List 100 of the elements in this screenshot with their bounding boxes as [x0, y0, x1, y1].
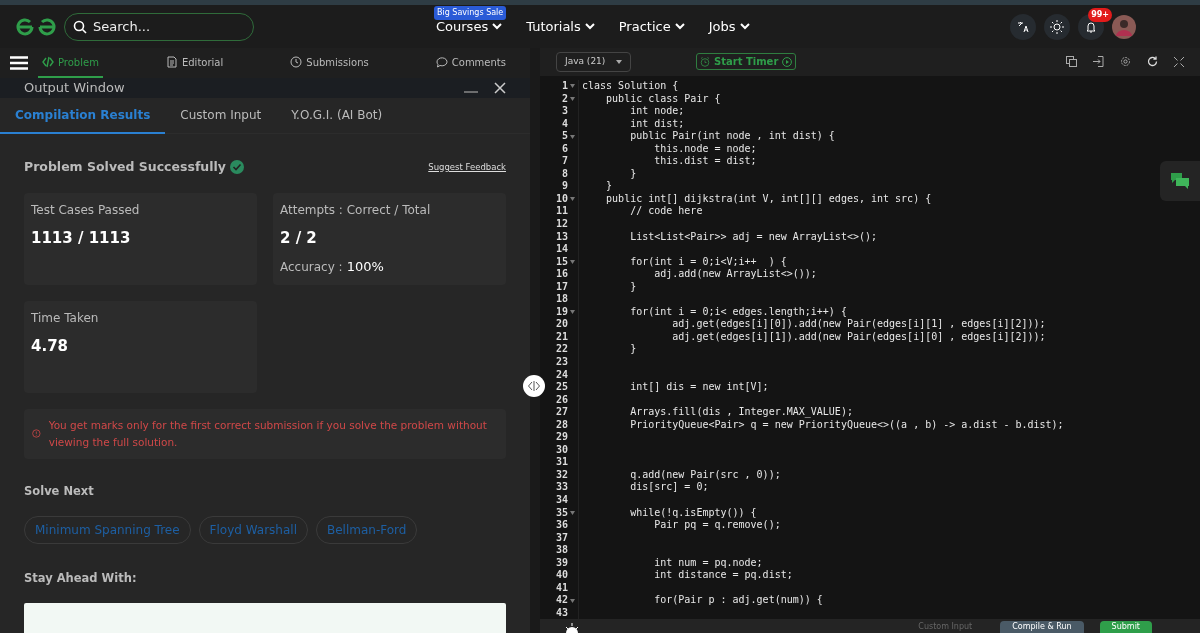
logo-icon[interactable] [16, 17, 56, 36]
line-number: 35 [554, 506, 569, 520]
stat-label: Time Taken [31, 309, 100, 327]
line-number: 17 [554, 280, 569, 294]
line-number: 18 [554, 293, 569, 306]
code-line: class Solution { [582, 79, 679, 91]
line-number: 32 [554, 468, 569, 482]
line-number: 24 [554, 368, 569, 382]
line-number: 4 [560, 117, 569, 131]
code-line: int num = pq.node; [653, 556, 763, 568]
code-line: public Pair(int node , int dist) { [629, 130, 835, 142]
line-number: 15 [554, 255, 569, 269]
section-title: Solve Next [24, 482, 95, 500]
fold-icon[interactable] [570, 197, 575, 202]
code-line: } [629, 167, 637, 179]
output-tab[interactable]: Custom Input [165, 97, 277, 134]
notification-count: 99+ [1088, 7, 1112, 22]
line-number: 36 [554, 519, 569, 532]
menu-icon[interactable] [10, 56, 28, 70]
chat-button[interactable] [1160, 160, 1200, 201]
fold-icon[interactable] [570, 260, 575, 264]
fold-icon[interactable] [570, 310, 575, 315]
line-number: 43 [554, 606, 569, 619]
line-number: 20 [554, 318, 569, 331]
stat-label: Attempts : Correct / Total [280, 201, 432, 219]
theme-toggle-button[interactable] [1044, 13, 1070, 40]
line-number: 2 [560, 92, 569, 106]
language-select[interactable]: Java (21) [556, 52, 631, 72]
alarm-icon [700, 57, 710, 67]
code-line: for(Pair p : adj.get(num)) { [653, 594, 823, 606]
chevron-icon [492, 23, 503, 30]
stat-value: 2 / 2 [280, 227, 318, 249]
code-line: // code here [629, 205, 703, 217]
output-tab[interactable]: Y.O.G.I. (AI Bot) [276, 97, 398, 134]
caret-icon [616, 60, 622, 64]
line-number: 33 [554, 481, 569, 494]
line-number: 5 [560, 130, 569, 143]
compile-run-button[interactable]: Compile & Run [1000, 621, 1084, 633]
line-number: 6 [560, 142, 569, 156]
line-number: 11 [554, 205, 569, 218]
nav-menu-item[interactable]: Practice [618, 16, 685, 37]
code-line: } [605, 180, 613, 192]
settings-icon[interactable] [1120, 56, 1131, 68]
code-line: for(int i = 0;i< edges.length;i++) { [629, 305, 847, 317]
sun-icon [1050, 19, 1064, 34]
code-line: } [629, 280, 637, 292]
line-number: 23 [554, 356, 569, 369]
line-number: 3 [560, 105, 569, 118]
chat-icon [435, 56, 448, 68]
line-number: 21 [554, 330, 569, 344]
avatar[interactable] [1112, 14, 1136, 39]
stat-value: 100% [346, 258, 384, 276]
code-line: int dist; [629, 117, 685, 129]
sale-badge: Big Savings Sale [434, 5, 507, 20]
nav-menu-item[interactable]: Jobs [708, 16, 750, 37]
fullscreen-icon[interactable] [1174, 57, 1184, 67]
close-icon[interactable] [494, 81, 506, 94]
problem-tab[interactable]: Editorial [161, 48, 228, 78]
search-field[interactable]: Search... [64, 12, 254, 41]
import-icon[interactable] [1093, 56, 1104, 68]
problem-tab[interactable]: Comments [431, 48, 510, 78]
translate-button[interactable] [1010, 13, 1036, 40]
line-number: 26 [554, 393, 569, 407]
output-tab[interactable]: Compilation Results [0, 97, 166, 134]
bell-icon [1085, 20, 1097, 33]
line-number: 27 [554, 406, 569, 419]
feedback-link[interactable]: Suggest Feedback [428, 160, 506, 174]
line-number: 25 [554, 381, 569, 394]
code-line: this.dist = dist; [653, 155, 757, 167]
document-icon [165, 56, 178, 68]
start-timer-button[interactable]: Start Timer [696, 53, 797, 71]
fold-icon[interactable] [570, 598, 575, 603]
chevron-icon [739, 23, 750, 30]
problem-tab[interactable]: Submissions [286, 48, 373, 78]
fold-icon[interactable] [570, 84, 575, 89]
fold-icon[interactable] [570, 510, 575, 515]
line-number: 22 [554, 343, 569, 356]
stat-value: 4.78 [31, 335, 69, 357]
code-line: PriorityQueue<Pair> q = new PriorityQueue<>((a , b) -> a.dist - b.dist); [629, 418, 1064, 430]
status-title: Problem Solved Successfully [24, 157, 226, 176]
code-line: dis[src] = 0; [629, 481, 709, 493]
line-number: 19 [554, 305, 569, 319]
code-line: public class Pair { [605, 92, 721, 104]
sun-icon[interactable] [564, 623, 580, 633]
line-number: 34 [554, 494, 569, 507]
line-number: 9 [560, 180, 569, 193]
line-number: 10 [554, 192, 569, 206]
fold-icon[interactable] [570, 134, 575, 139]
code-line: this.node = node; [653, 142, 757, 154]
code-line: int[] dis = new int[V]; [629, 381, 769, 393]
fold-icon[interactable] [570, 96, 575, 101]
nav-menu-item[interactable]: Tutorials [526, 16, 595, 37]
line-number: 30 [554, 443, 569, 457]
warning-text: You get marks only for the first correct submission if you solve the problem without viewing the full solution. [48, 417, 488, 450]
code-line: while(!q.isEmpty()) { [629, 506, 757, 518]
code-line: public int[] dijkstra(int V, int[][] edges, int src) { [605, 192, 932, 204]
chevron-icon [674, 23, 685, 30]
refresh-icon[interactable] [1147, 56, 1158, 68]
copy-icon[interactable] [1066, 56, 1077, 68]
stat-label: Test Cases Passed [31, 201, 141, 219]
